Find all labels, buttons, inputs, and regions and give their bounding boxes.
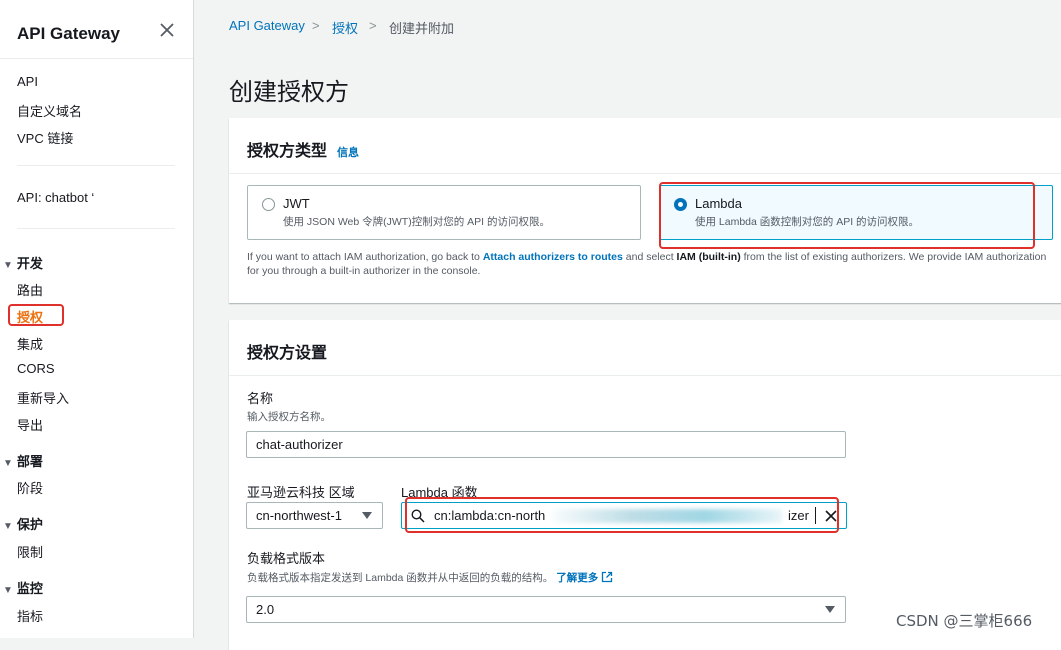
attach-authorizers-link[interactable]: Attach authorizers to routes <box>483 251 623 263</box>
sidebar: API Gateway API 自定义域名 VPC 链接 API: chatbo… <box>0 0 194 638</box>
payload-label: 负载格式版本 <box>247 551 326 566</box>
sidebar-item-custom-domain[interactable]: 自定义域名 <box>17 101 82 120</box>
highlight-box-authorization <box>8 304 64 326</box>
caret-down-icon: ▼ <box>3 458 13 469</box>
sidebar-item-vpc-link[interactable]: VPC 链接 <box>17 128 73 147</box>
authorizer-type-heading: 授权方类型 信息 <box>247 143 360 160</box>
caret-down-icon: ▼ <box>3 521 13 532</box>
authorizer-settings-card: 授权方设置 名称 输入授权方名称。 chat-authorizer 亚马逊云科技… <box>229 320 1061 650</box>
main-content: API Gateway > 授权 > 创建并附加 创建授权方 授权方类型 信息 J… <box>194 0 1061 650</box>
option-jwt-desc: 使用 JSON Web 令牌(JWT)控制对您的 API 的访问权限。 <box>283 216 550 228</box>
chevron-down-icon <box>825 606 835 613</box>
sidebar-section-protect[interactable]: ▼ 保护 <box>3 514 43 533</box>
sidebar-section-deploy[interactable]: ▼ 部署 <box>3 451 43 470</box>
payload-hint: 负载格式版本指定发送到 Lambda 函数并从中返回的负载的结构。 了解更多 <box>247 570 613 585</box>
sidebar-item-api[interactable]: API <box>17 74 38 89</box>
sidebar-item-reimport[interactable]: 重新导入 <box>17 388 69 407</box>
chevron-down-icon <box>362 512 372 519</box>
caret-down-icon: ▼ <box>3 585 13 596</box>
sidebar-item-routes[interactable]: 路由 <box>17 280 43 299</box>
option-jwt[interactable]: JWT 使用 JSON Web 令牌(JWT)控制对您的 API 的访问权限。 <box>247 185 641 240</box>
highlight-box-lambda <box>659 182 1035 249</box>
name-input[interactable]: chat-authorizer <box>246 431 846 458</box>
breadcrumb-authorization[interactable]: 授权 <box>332 18 358 37</box>
sidebar-item-stages[interactable]: 阶段 <box>17 478 43 497</box>
sidebar-item-export[interactable]: 导出 <box>17 415 43 434</box>
breadcrumb-api-gateway[interactable]: API Gateway <box>229 18 305 33</box>
breadcrumb-current: 创建并附加 <box>389 21 455 36</box>
sidebar-title: API Gateway <box>17 24 120 43</box>
radio-jwt[interactable] <box>262 198 275 211</box>
option-jwt-title: JWT <box>283 196 310 211</box>
name-label: 名称 <box>247 391 274 406</box>
close-icon[interactable] <box>157 20 177 40</box>
authorizer-type-card: 授权方类型 信息 JWT 使用 JSON Web 令牌(JWT)控制对您的 API… <box>229 118 1061 303</box>
sidebar-item-integrations[interactable]: 集成 <box>17 334 43 353</box>
sidebar-section-monitor[interactable]: ▼ 监控 <box>3 578 43 597</box>
settings-heading: 授权方设置 <box>247 345 328 362</box>
sidebar-item-throttling[interactable]: 限制 <box>17 542 43 561</box>
payload-version-select[interactable]: 2.0 <box>246 596 846 623</box>
sidebar-item-metrics[interactable]: 指标 <box>17 606 43 625</box>
sidebar-item-cors[interactable]: CORS <box>17 361 55 376</box>
iam-note: If you want to attach IAM authorization,… <box>247 251 1047 277</box>
watermark: CSDN @三掌柜666 <box>896 612 1033 630</box>
region-label: 亚马逊云科技 区域 <box>247 485 355 500</box>
external-link-icon[interactable] <box>601 571 613 583</box>
info-link[interactable]: 信息 <box>337 147 359 159</box>
page-title: 创建授权方 <box>229 79 349 106</box>
region-select[interactable]: cn-northwest-1 <box>246 502 383 529</box>
highlight-box-lambda-function <box>405 497 839 533</box>
learn-more-link[interactable]: 了解更多 <box>556 572 598 584</box>
caret-down-icon: ▼ <box>3 260 13 271</box>
sidebar-section-develop[interactable]: ▼ 开发 <box>3 253 43 272</box>
name-hint: 输入授权方名称。 <box>247 411 331 423</box>
sidebar-api-name[interactable]: API: chatbot ‘ <box>17 190 94 205</box>
breadcrumb-separator-icon: > <box>312 18 320 33</box>
breadcrumb-separator-icon: > <box>369 18 377 33</box>
